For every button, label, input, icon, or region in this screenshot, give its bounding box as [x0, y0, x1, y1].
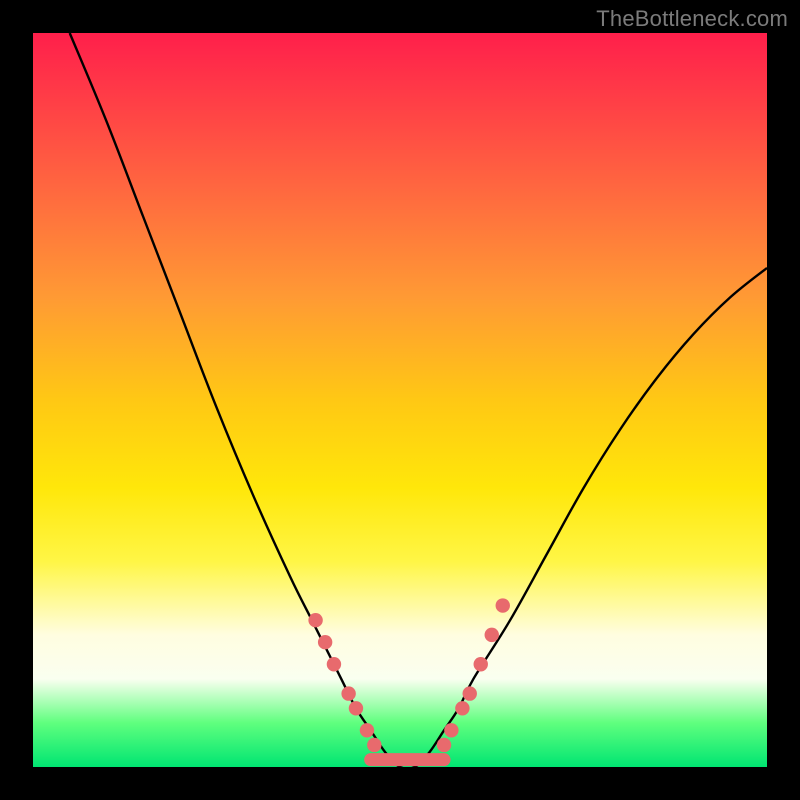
highlight-dot — [455, 701, 469, 715]
highlight-dot — [463, 686, 477, 700]
highlight-dot — [318, 635, 332, 649]
bottleneck-curve — [70, 33, 767, 769]
highlight-dot — [437, 738, 451, 752]
highlight-dot — [349, 701, 363, 715]
highlight-dot — [367, 738, 381, 752]
plot-area — [33, 33, 767, 767]
highlight-dot — [474, 657, 488, 671]
highlight-dot — [341, 686, 355, 700]
chart-frame: TheBottleneck.com — [0, 0, 800, 800]
watermark-text: TheBottleneck.com — [596, 6, 788, 32]
highlight-dot — [496, 598, 510, 612]
highlight-dot — [360, 723, 374, 737]
curve-path — [70, 33, 767, 769]
highlight-dot — [444, 723, 458, 737]
curve-layer — [33, 33, 767, 767]
highlight-dot — [327, 657, 341, 671]
highlight-dot — [308, 613, 322, 627]
highlight-dot — [485, 628, 499, 642]
